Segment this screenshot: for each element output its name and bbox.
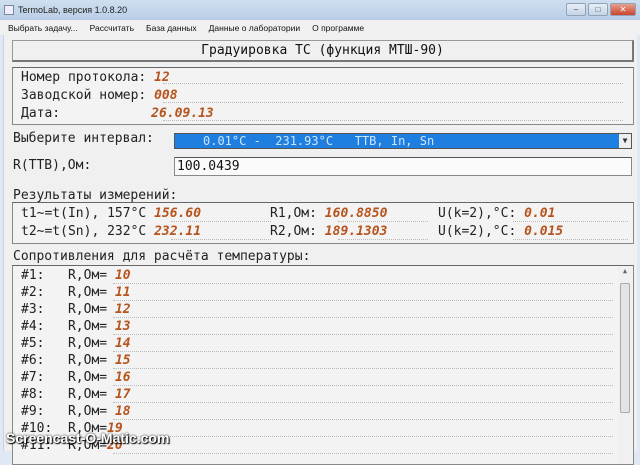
list-item[interactable]: #8: R,Ом= 17 bbox=[21, 387, 131, 402]
scrollbar[interactable]: ▲ bbox=[618, 267, 632, 464]
row-divider bbox=[113, 334, 613, 335]
menu-calculate[interactable]: Рассчитать bbox=[90, 23, 134, 33]
chevron-down-icon[interactable]: ▼ bbox=[619, 134, 631, 148]
u1-value: 0.01 bbox=[524, 206, 556, 221]
row-divider bbox=[113, 317, 613, 318]
u2-label: U(k=2),°C: bbox=[438, 224, 517, 239]
row-divider bbox=[113, 351, 613, 352]
date-label: Дата: bbox=[21, 106, 61, 121]
serial-number: 008 bbox=[154, 88, 178, 103]
app-icon bbox=[4, 5, 14, 15]
minimize-button[interactable]: – bbox=[566, 3, 586, 16]
protocol-number: 12 bbox=[154, 70, 170, 85]
row-divider bbox=[113, 419, 613, 420]
item-value: 15 bbox=[114, 353, 131, 368]
list-item[interactable]: #9: R,Ом= 18 bbox=[21, 404, 131, 419]
item-number: #3: bbox=[21, 302, 45, 317]
window-title: TermoLab, версия 1.0.8.20 bbox=[18, 5, 128, 15]
item-value: 12 bbox=[114, 302, 131, 317]
item-value: 18 bbox=[114, 404, 131, 419]
date-value: 26.09.13 bbox=[151, 106, 214, 121]
menu-bar: Выбрать задачу... Рассчитать База данных… bbox=[0, 20, 640, 35]
scroll-up-icon[interactable]: ▲ bbox=[618, 267, 632, 275]
item-number: #9: bbox=[21, 404, 45, 419]
row-divider bbox=[113, 436, 613, 437]
u1-label: U(k=2),°C: bbox=[438, 206, 517, 221]
scrollbar-thumb[interactable] bbox=[620, 283, 630, 413]
item-label: R,Ом= bbox=[67, 268, 108, 283]
item-number: #1: bbox=[21, 268, 45, 283]
list-item[interactable]: #6: R,Ом= 15 bbox=[21, 353, 131, 368]
list-item[interactable]: #1: R,Ом= 10 bbox=[21, 268, 131, 283]
t1-value: 156.60 bbox=[154, 206, 202, 221]
protocol-box: Номер протокола: 12 Заводской номер: 008… bbox=[12, 67, 634, 125]
t1-label: t1~=t(In), 157°C bbox=[21, 206, 147, 221]
item-label: R,Ом= bbox=[67, 336, 108, 351]
item-label: R,Ом= bbox=[67, 404, 108, 419]
row-divider bbox=[113, 385, 613, 386]
r1-label: R1,Ом: bbox=[270, 206, 317, 221]
item-label: R,Ом= bbox=[67, 302, 108, 317]
item-value: 16 bbox=[114, 370, 131, 385]
rttb-input[interactable]: 100.0439 bbox=[174, 157, 632, 176]
item-value: 13 bbox=[114, 319, 131, 334]
menu-database[interactable]: База данных bbox=[146, 23, 197, 33]
item-label: R,Ом= bbox=[67, 353, 108, 368]
list-item[interactable]: #4: R,Ом= 13 bbox=[21, 319, 131, 334]
item-label: R,Ом= bbox=[67, 370, 108, 385]
row-divider bbox=[113, 300, 613, 301]
menu-lab-data[interactable]: Данные о лаборатории bbox=[209, 23, 300, 33]
protocol-number-label: Номер протокола: bbox=[21, 70, 147, 85]
item-label: R,Ом= bbox=[67, 387, 108, 402]
r2-label: R2,Ом: bbox=[270, 224, 317, 239]
menu-about[interactable]: О программе bbox=[312, 23, 364, 33]
page-title-button[interactable]: Градуировка ТС (функция МТШ-90) bbox=[12, 40, 634, 62]
close-button[interactable]: ✕ bbox=[610, 3, 636, 16]
results-box: t1~=t(In), 157°C 156.60 R1,Ом: 160.8850 … bbox=[12, 202, 634, 244]
results-row: t1~=t(In), 157°C 156.60 bbox=[21, 206, 201, 221]
interval-label: Выберите интервал: bbox=[13, 131, 154, 146]
item-value: 11 bbox=[114, 285, 131, 300]
resistances-label: Сопротивления для расчёта температуры: bbox=[13, 249, 311, 264]
watermark: Screencast-O-Matic.com bbox=[6, 430, 170, 446]
item-value: 17 bbox=[114, 387, 131, 402]
item-label: R,Ом= bbox=[67, 285, 108, 300]
item-label: R,Ом= bbox=[67, 319, 108, 334]
item-number: #7: bbox=[21, 370, 45, 385]
row-divider bbox=[113, 402, 613, 403]
r2-value: 189.1303 bbox=[324, 224, 388, 239]
r1-value: 160.8850 bbox=[324, 206, 388, 221]
row-divider bbox=[113, 453, 613, 454]
results-row: t2~=t(Sn), 232°C 232.11 bbox=[21, 224, 201, 239]
list-item[interactable]: #3: R,Ом= 12 bbox=[21, 302, 131, 317]
u2-value: 0.015 bbox=[524, 224, 564, 239]
list-item[interactable]: #2: R,Ом= 11 bbox=[21, 285, 131, 300]
interval-selected: 0.01°C - 231.93°C ТТВ, In, Sn bbox=[203, 134, 435, 148]
item-number: #2: bbox=[21, 285, 45, 300]
item-value: 10 bbox=[114, 268, 131, 283]
item-number: #4: bbox=[21, 319, 45, 334]
maximize-button[interactable]: □ bbox=[588, 3, 608, 16]
row-divider bbox=[113, 368, 613, 369]
menu-select-task[interactable]: Выбрать задачу... bbox=[8, 23, 78, 33]
list-item[interactable]: #7: R,Ом= 16 bbox=[21, 370, 131, 385]
main-panel: Градуировка ТС (функция МТШ-90) Номер пр… bbox=[3, 35, 637, 465]
rttb-label: R(ТТВ),Ом: bbox=[13, 158, 92, 173]
t2-label: t2~=t(Sn), 232°C bbox=[21, 224, 147, 239]
item-value: 14 bbox=[114, 336, 131, 351]
item-number: #6: bbox=[21, 353, 45, 368]
row-divider bbox=[113, 283, 613, 284]
item-number: #5: bbox=[21, 336, 45, 351]
list-item[interactable]: #5: R,Ом= 14 bbox=[21, 336, 131, 351]
t2-value: 232.11 bbox=[154, 224, 202, 239]
interval-select[interactable]: 0.01°C - 231.93°C ТТВ, In, Sn ▼ bbox=[174, 133, 632, 149]
title-bar: TermoLab, версия 1.0.8.20 – □ ✕ bbox=[0, 0, 640, 20]
serial-label: Заводской номер: bbox=[21, 88, 147, 103]
item-number: #8: bbox=[21, 387, 45, 402]
results-label: Результаты измерений: bbox=[13, 188, 178, 203]
